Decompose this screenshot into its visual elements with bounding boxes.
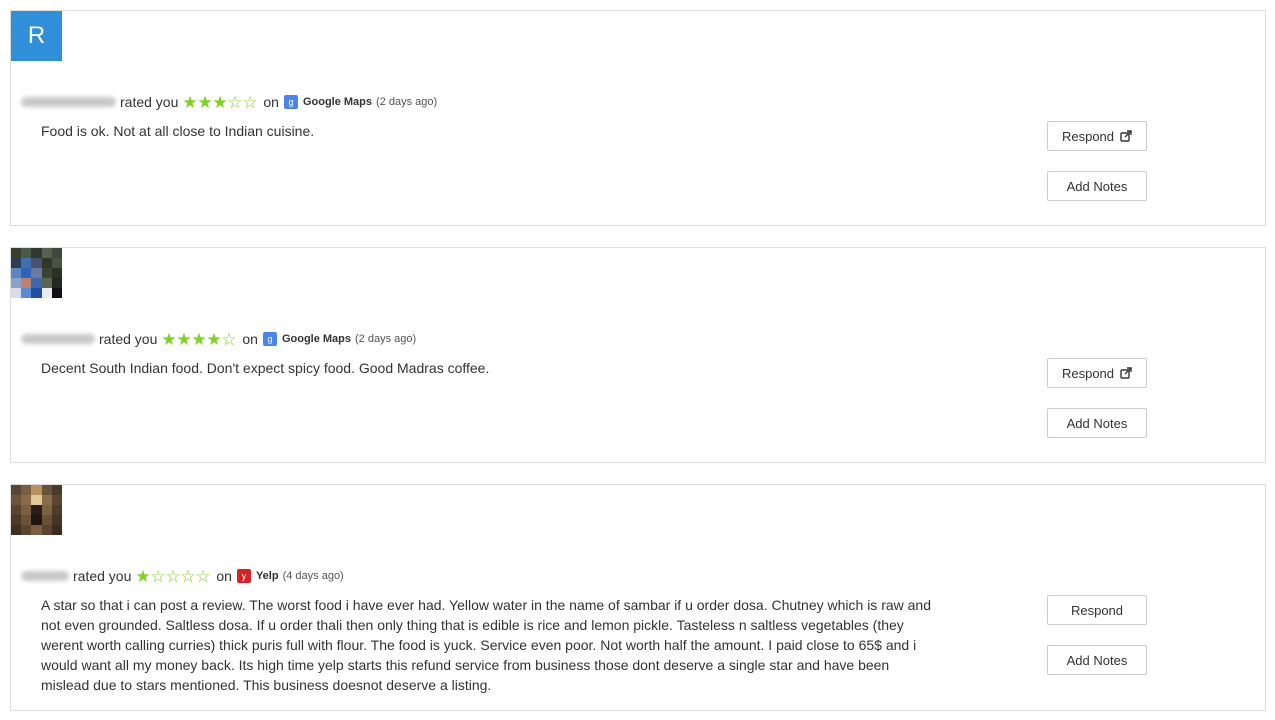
google-maps-icon: g (262, 332, 277, 346)
star-filled-icon: ★ (182, 92, 198, 112)
source-name: Google Maps (302, 96, 373, 108)
star-rating: ★ ★ ★ ★ ☆ (161, 331, 236, 348)
review-meta: rated you ★ ★ ★ ★ ☆ on g Google Maps (2 days… (21, 329, 416, 349)
star-filled-icon: ★ (206, 329, 222, 349)
star-rating: ★ ☆ ☆ ☆ ☆ (135, 568, 210, 585)
avatar-image (11, 248, 62, 298)
reviewer-name-blurred (21, 97, 116, 107)
add-notes-label: Add Notes (1066, 178, 1128, 194)
on-label: on (263, 94, 279, 110)
review-text: Food is ok. Not at all close to Indian c… (41, 123, 315, 139)
rated-label: rated you (99, 331, 158, 347)
add-notes-label: Add Notes (1066, 415, 1128, 431)
star-empty-icon: ☆ (180, 566, 196, 586)
avatar (11, 248, 62, 298)
avatar (11, 485, 62, 535)
star-empty-icon: ☆ (195, 566, 211, 586)
add-notes-button[interactable]: Add Notes (1047, 408, 1147, 438)
review-card: rated you ★ ☆ ☆ ☆ ☆ on y Yelp (4 days ago) A… (10, 484, 1266, 711)
star-empty-icon: ☆ (242, 92, 258, 112)
respond-button[interactable]: Respond (1047, 595, 1147, 625)
respond-button[interactable]: Respond (1047, 358, 1147, 388)
on-label: on (242, 331, 258, 347)
respond-label: Respond (1070, 602, 1124, 618)
on-label: on (216, 568, 232, 584)
star-rating: ★ ★ ★ ☆ ☆ (182, 94, 257, 111)
review-age: (4 days ago) (282, 570, 344, 582)
review-text: A star so that i can post a review. The … (41, 597, 931, 693)
review-card: R rated you ★ ★ ★ ☆ ☆ on g Google Maps (2 da… (10, 10, 1266, 226)
review-card: rated you ★ ★ ★ ★ ☆ on g Google Maps (2 days… (10, 247, 1266, 463)
respond-label: Respond (1061, 365, 1115, 381)
rated-label: rated you (120, 94, 179, 110)
reviewer-name-blurred (21, 571, 69, 581)
respond-label: Respond (1061, 128, 1115, 144)
rated-label: rated you (73, 568, 132, 584)
yelp-icon: y (236, 569, 251, 583)
star-empty-icon: ☆ (227, 92, 243, 112)
star-empty-icon: ☆ (150, 566, 166, 586)
review-meta: rated you ★ ★ ★ ☆ ☆ on g Google Maps (2 days… (21, 92, 437, 112)
respond-button[interactable]: Respond (1047, 121, 1147, 151)
star-filled-icon: ★ (197, 92, 213, 112)
star-empty-icon: ☆ (165, 566, 181, 586)
google-maps-icon: g (283, 95, 298, 109)
avatar-letter: R (11, 11, 62, 61)
star-filled-icon: ★ (135, 566, 151, 586)
source-name: Yelp (255, 570, 279, 582)
external-share-icon (1120, 367, 1132, 379)
star-filled-icon: ★ (161, 329, 177, 349)
external-share-icon (1120, 130, 1132, 142)
source-name: Google Maps (281, 333, 352, 345)
review-age: (2 days ago) (376, 96, 438, 108)
star-filled-icon: ★ (176, 329, 192, 349)
reviewer-name-blurred (21, 334, 95, 344)
star-empty-icon: ☆ (221, 329, 237, 349)
add-notes-button[interactable]: Add Notes (1047, 645, 1147, 675)
add-notes-label: Add Notes (1066, 652, 1128, 668)
review-age: (2 days ago) (355, 333, 417, 345)
review-meta: rated you ★ ☆ ☆ ☆ ☆ on y Yelp (4 days ago) (21, 566, 344, 586)
avatar-image (11, 485, 62, 535)
star-filled-icon: ★ (212, 92, 228, 112)
star-filled-icon: ★ (191, 329, 207, 349)
review-text: Decent South Indian food. Don't expect s… (41, 360, 490, 376)
avatar: R (11, 11, 62, 61)
add-notes-button[interactable]: Add Notes (1047, 171, 1147, 201)
